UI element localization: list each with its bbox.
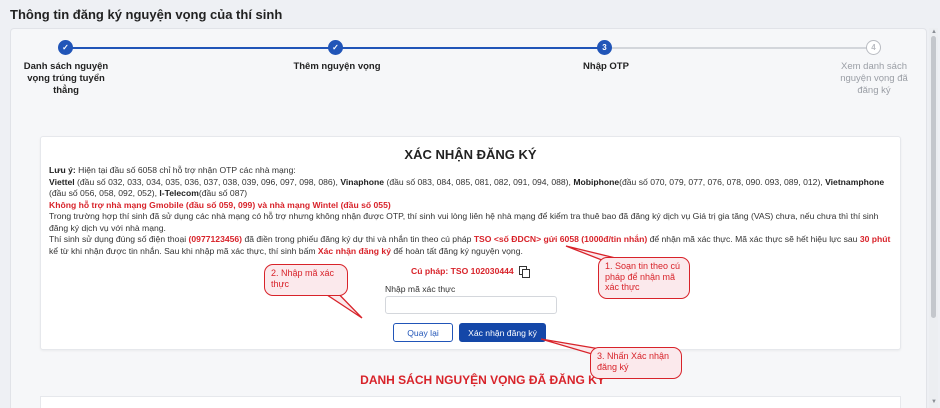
step-connector <box>604 47 874 49</box>
registered-list-panel <box>40 396 901 408</box>
step-3-indicator: 3 <box>597 40 612 55</box>
sms-syntax: Cú pháp: TSO 102030444 <box>411 266 530 278</box>
otp-instructions: Lưu ý: Hiện tại đầu số 6058 chỉ hỗ trợ n… <box>49 165 894 257</box>
callout-enter-code: 2. Nhập mã xác thực <box>264 264 348 296</box>
unsupported-carriers: Không hỗ trợ nhà mạng Gmobile (đầu số 05… <box>49 199 391 210</box>
sms-instructions: Thí sinh sử dụng đúng số điện thoại (097… <box>49 234 891 256</box>
otp-input[interactable] <box>385 296 557 314</box>
callout-send-sms: 1. Soạn tin theo cú pháp để nhận mã xác … <box>598 257 690 299</box>
step-1-label: Danh sách nguyện vọng trúng tuyển thẳng <box>23 61 109 96</box>
page-title: Thông tin đăng ký nguyện vọng của thí si… <box>10 7 283 22</box>
registered-list-title: DANH SÁCH NGUYỆN VỌNG ĐÃ ĐĂNG KÝ <box>360 373 605 387</box>
back-button[interactable]: Quay lại <box>393 323 453 342</box>
copy-icon[interactable] <box>518 266 530 278</box>
scroll-up-icon[interactable]: ▲ <box>930 29 938 35</box>
step-connector <box>336 47 604 49</box>
step-1-check-icon: ✓ <box>58 40 73 55</box>
scroll-down-icon[interactable]: ▼ <box>930 399 938 405</box>
card-title: XÁC NHẬN ĐĂNG KÝ <box>404 147 537 162</box>
step-4-indicator: 4 <box>866 40 881 55</box>
carrier-list: Viettel (đầu số 032, 033, 034, 035, 036,… <box>49 176 885 199</box>
no-otp-help: Trong trường hợp thí sinh đã sử dụng các… <box>49 211 879 233</box>
confirm-registration-button[interactable]: Xác nhận đăng ký <box>459 323 546 342</box>
otp-field-label: Nhập mã xác thực <box>385 284 456 294</box>
step-connector <box>66 47 336 49</box>
otp-confirmation-card: XÁC NHẬN ĐĂNG KÝ Lưu ý: Hiện tại đầu số … <box>40 136 901 350</box>
step-2-check-icon: ✓ <box>328 40 343 55</box>
scrollbar-thumb[interactable] <box>931 36 936 318</box>
step-4-label: Xem danh sách nguyện vọng đã đăng ký <box>840 61 908 96</box>
step-3-label: Nhập OTP <box>583 61 629 72</box>
callout-press-confirm: 3. Nhấn Xác nhận đăng ký <box>590 347 682 379</box>
note-intro: Lưu ý: Hiện tại đầu số 6058 chỉ hỗ trợ n… <box>49 165 296 175</box>
step-2-label: Thêm nguyện vọng <box>293 61 381 72</box>
